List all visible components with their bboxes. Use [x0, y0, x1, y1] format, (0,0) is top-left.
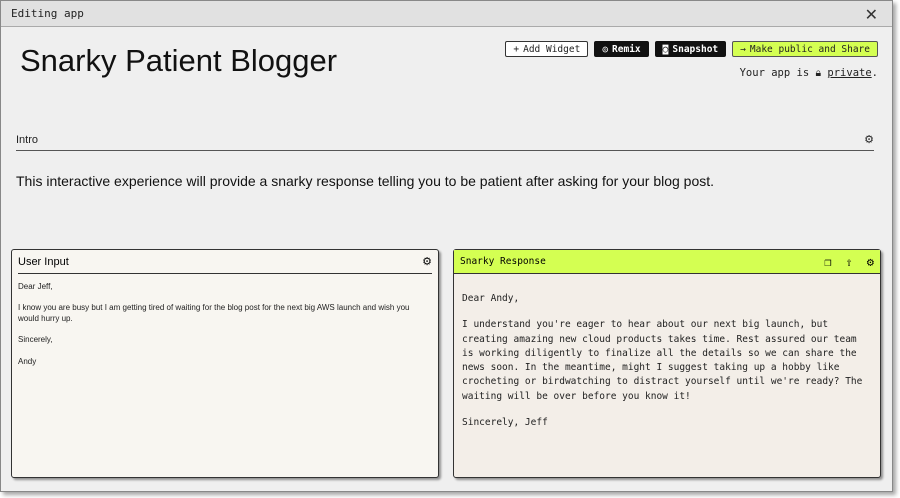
text-line: Sincerely, Jeff: [462, 416, 548, 428]
privacy-status: Your app is 🔒︎ private.: [739, 67, 878, 79]
text-line: I understand you're eager to hear about …: [462, 319, 863, 402]
settings-sliders-icon[interactable]: ⚙: [867, 255, 874, 269]
response-label: Snarky Response: [460, 256, 546, 267]
text-line: Andy: [18, 356, 37, 366]
window-title: Editing app: [11, 7, 84, 20]
remix-button[interactable]: ◎ Remix: [594, 41, 649, 57]
share-button[interactable]: → Make public and Share: [732, 41, 878, 57]
snapshot-button[interactable]: ◙ Snapshot: [654, 41, 727, 57]
close-icon[interactable]: ✕: [865, 5, 878, 25]
user-input-panel: User Input ⚙ Dear Jeff, I know you are bu…: [11, 249, 439, 478]
remix-icon: ◎: [602, 43, 609, 55]
app-title: Snarky Patient Blogger: [20, 43, 338, 78]
plus-icon: +: [513, 43, 520, 55]
intro-label: Intro: [16, 133, 39, 146]
editing-app-window: Editing app ✕ Snarky Patient Blogger + Ad…: [0, 0, 893, 492]
lock-icon: 🔒︎: [815, 67, 822, 79]
arrow-right-icon: →: [740, 43, 746, 55]
export-icon[interactable]: ⇪: [846, 255, 853, 269]
intro-header: Intro ⚙: [16, 129, 874, 151]
text-line: Sincerely,: [18, 335, 53, 345]
response-output: Dear Andy, I understand you're eager to …: [454, 274, 880, 460]
text-line: Dear Andy,: [462, 293, 520, 304]
text-line: Dear Jeff,: [18, 282, 53, 291]
camera-icon: ◙: [662, 43, 669, 55]
user-input-label: User Input: [18, 255, 69, 268]
intro-text: This interactive experience will provide…: [16, 173, 715, 189]
copy-icon[interactable]: ❐: [824, 255, 831, 269]
private-link[interactable]: private: [827, 67, 871, 79]
settings-sliders-icon[interactable]: ⚙: [864, 133, 874, 146]
settings-sliders-icon[interactable]: ⚙: [422, 255, 432, 268]
text-line: I know you are busy but I am getting tir…: [18, 303, 410, 323]
user-input-textarea[interactable]: Dear Jeff, I know you are busy but I am …: [12, 274, 438, 386]
add-widget-button[interactable]: + Add Widget: [505, 41, 589, 57]
title-bar: Editing app: [1, 1, 892, 27]
snarky-response-panel: Snarky Response ❐ ⇪ ⚙ Dear Andy, I understa…: [453, 249, 881, 478]
